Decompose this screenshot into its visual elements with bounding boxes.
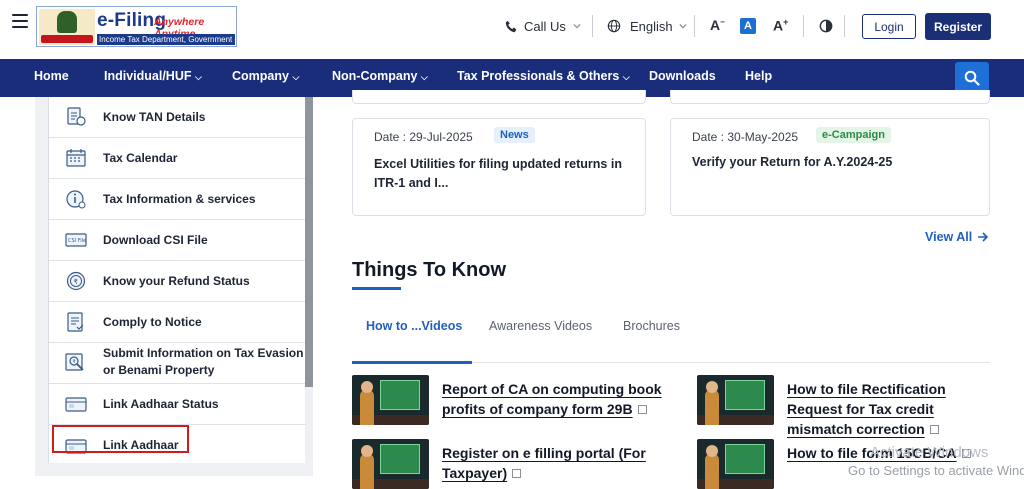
tab-brochures[interactable]: Brochures [623, 319, 680, 333]
hamburger-menu-icon[interactable] [12, 14, 28, 28]
svg-text:₹: ₹ [73, 359, 76, 365]
news-card-top [352, 90, 646, 104]
sidebar-item-label: Download CSI File [103, 232, 208, 247]
login-button[interactable]: Login [862, 14, 916, 39]
news-date: Date : 30-May-2025 [692, 130, 799, 144]
register-button[interactable]: Register [925, 13, 991, 40]
font-default-button[interactable]: A [740, 18, 756, 34]
font-decrease-button[interactable]: A− [710, 17, 725, 33]
nav-tax-professionals[interactable]: Tax Professionals & Others ⌵ [457, 69, 630, 83]
sidebar-item-label: Know your Refund Status [103, 273, 250, 288]
activate-windows-hint: Go to Settings to activate Windows. [848, 463, 1024, 478]
chevron-down-icon: ⌵ [292, 72, 300, 82]
sidebar-item-tax-information[interactable]: Tax Information & services [49, 179, 306, 220]
chevron-down-icon: ⌵ [194, 72, 202, 82]
video-thumbnail[interactable] [697, 375, 774, 425]
chevron-down-icon [679, 23, 687, 29]
call-us-dropdown[interactable]: Call Us [505, 16, 581, 36]
sidebar-item-label: Tax Calendar [103, 150, 178, 165]
aadhaar-card-icon [65, 397, 87, 412]
chevron-down-icon: ⌵ [420, 72, 428, 82]
sidebar-item-refund-status[interactable]: ₹ Know your Refund Status [49, 261, 306, 302]
news-text: Verify your Return for A.Y.2024-25 [692, 155, 893, 169]
external-link-icon [512, 469, 522, 478]
view-all-link[interactable]: View All [925, 230, 989, 244]
nav-downloads[interactable]: Downloads [649, 69, 716, 83]
search-button[interactable] [955, 62, 989, 93]
sidebar-scrollbar[interactable] [305, 97, 313, 387]
tab-active-indicator [352, 361, 472, 364]
divider [694, 15, 695, 37]
chevron-down-icon [573, 23, 581, 29]
arrow-right-icon [978, 232, 989, 242]
nav-non-company[interactable]: Non-Company ⌵ [332, 69, 428, 83]
video-title-link[interactable]: How to file Rectification Request for Ta… [787, 379, 992, 439]
calendar-icon [66, 149, 86, 167]
campaign-badge: e-Campaign [816, 127, 891, 143]
call-us-label: Call Us [524, 18, 566, 34]
nav-help[interactable]: Help [745, 69, 772, 83]
divider [844, 15, 845, 37]
sidebar-item-tax-evasion[interactable]: ₹ Submit Information on Tax Evasion or B… [49, 343, 306, 384]
video-title-link[interactable]: Report of CA on computing book profits o… [442, 379, 662, 419]
news-card-top [670, 90, 990, 104]
svg-text:CSI File: CSI File [68, 238, 86, 244]
news-text: Excel Utilities for filing updated retur… [374, 157, 622, 190]
sidebar-item-link-aadhaar-status[interactable]: Link Aadhaar Status [49, 384, 306, 425]
tan-details-icon [67, 107, 86, 126]
nav-company[interactable]: Company ⌵ [232, 69, 299, 83]
svg-text:₹: ₹ [74, 278, 79, 286]
sidebar-item-label: Link Aadhaar Status [103, 396, 219, 411]
news-card[interactable]: Date : 29-Jul-2025 News Excel Utilities … [352, 118, 646, 216]
nav-home[interactable]: Home [34, 69, 69, 83]
sidebar-item-label: Tax Information & services [103, 191, 256, 206]
divider [592, 15, 593, 37]
section-title-underline [352, 287, 401, 290]
refund-icon: ₹ [66, 271, 86, 291]
phone-icon [505, 20, 517, 32]
notice-icon [67, 312, 84, 332]
sidebar-item-label: Know TAN Details [103, 109, 206, 124]
news-date: Date : 29-Jul-2025 [374, 130, 473, 144]
sidebar-item-comply-notice[interactable]: Comply to Notice [49, 302, 306, 343]
video-thumbnail[interactable] [352, 375, 429, 425]
language-label: English [630, 18, 673, 34]
activate-windows-title: Activate Windows [870, 444, 989, 461]
efiling-logo[interactable]: e-Filing Anywhere Anytime Income Tax Dep… [36, 6, 237, 47]
logo-subtitle: Income Tax Department, Government of Ind… [97, 34, 235, 45]
emblem-icon [39, 9, 95, 45]
sidebar-item-label: Submit Information on Tax Evasion or Ben… [103, 346, 304, 377]
section-title: Things To Know [352, 259, 507, 281]
sidebar-item-know-tan[interactable]: Know TAN Details [49, 97, 306, 138]
search-icon [964, 70, 980, 86]
news-badge: News [494, 127, 535, 143]
sidebar-item-label: Comply to Notice [103, 314, 202, 329]
video-thumbnail[interactable] [352, 439, 429, 489]
divider [803, 15, 804, 37]
top-header: e-Filing Anywhere Anytime Income Tax Dep… [0, 0, 1024, 59]
video-title-link[interactable]: Register on e filling portal (For Taxpay… [442, 443, 657, 483]
contrast-icon[interactable] [819, 19, 833, 33]
sidebar-item-download-csi[interactable]: CSI File Download CSI File [49, 220, 306, 261]
external-link-icon [929, 425, 939, 434]
news-card[interactable]: Date : 30-May-2025 e-Campaign Verify you… [670, 118, 990, 216]
external-link-icon [637, 405, 647, 414]
video-thumbnail[interactable] [697, 439, 774, 489]
tab-how-to-videos[interactable]: How to ...Videos [366, 319, 462, 333]
tab-awareness-videos[interactable]: Awareness Videos [489, 319, 592, 333]
annotation-highlight-box [52, 425, 189, 453]
sidebar-item-tax-calendar[interactable]: Tax Calendar [49, 138, 306, 179]
quick-links-list: Know TAN Details Tax Calendar Tax Inform… [48, 97, 306, 463]
language-dropdown[interactable]: English [607, 16, 687, 36]
chevron-down-icon: ⌵ [622, 72, 630, 82]
evasion-icon: ₹ [65, 353, 84, 371]
font-increase-button[interactable]: A+ [773, 17, 788, 34]
globe-icon [607, 19, 621, 33]
info-icon [66, 190, 86, 209]
nav-individual-huf[interactable]: Individual/HUF ⌵ [104, 69, 202, 83]
csi-file-icon: CSI File [65, 233, 87, 247]
